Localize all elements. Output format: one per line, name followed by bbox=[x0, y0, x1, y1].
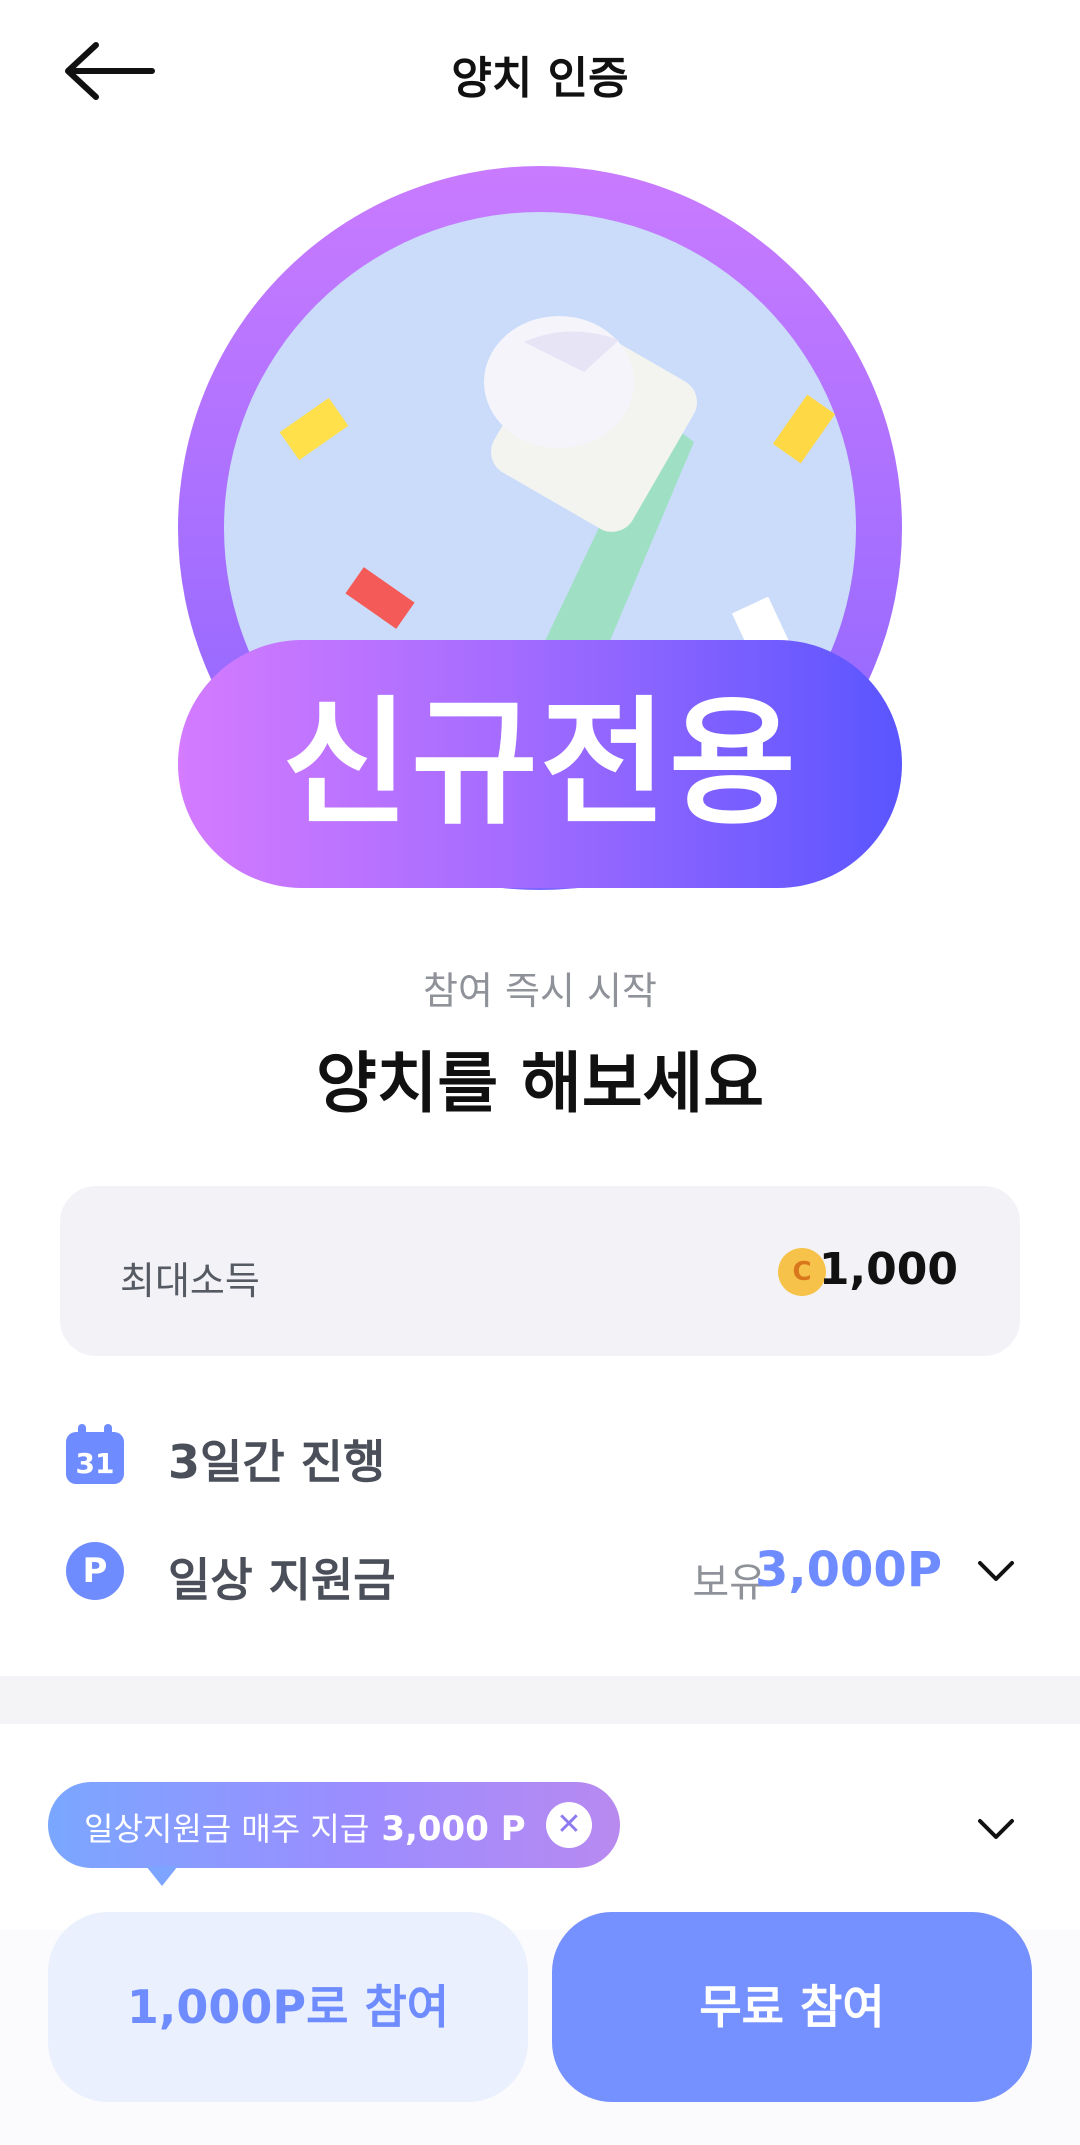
max-income-value: 1,000 bbox=[818, 1244, 958, 1295]
intro-title: 양치를 해보세요 bbox=[315, 1045, 765, 1122]
support-row[interactable]: P 일상 지원금 보유 3,000P bbox=[0, 1530, 1080, 1610]
tooltip-text: 일상지원금 매주 지급 bbox=[84, 1810, 370, 1848]
max-income-label: 최대소득 bbox=[120, 1259, 260, 1303]
max-income-card: 최대소득 C 1,000 bbox=[60, 1186, 1020, 1356]
duration-row: 31 3일간 진행 bbox=[0, 1412, 1080, 1492]
join-with-points-button[interactable]: 1,000P로 참여 bbox=[48, 1912, 528, 2102]
owned-points-value: 3,000P bbox=[754, 1542, 942, 1598]
chevron-down-icon[interactable] bbox=[976, 1558, 1016, 1584]
duration-label: 3일간 진행 bbox=[168, 1435, 386, 1489]
calendar-icon: 31 bbox=[66, 1424, 124, 1484]
section-divider bbox=[0, 1676, 1080, 1724]
free-join-button[interactable]: 무료 참여 bbox=[552, 1912, 1032, 2102]
points-icon: P bbox=[66, 1542, 124, 1600]
close-icon[interactable]: ✕ bbox=[546, 1802, 592, 1848]
new-user-badge-label: 신규전용 bbox=[282, 683, 798, 844]
tooltip-amount: 3,000 P bbox=[381, 1809, 526, 1849]
tooltip-tail bbox=[146, 1866, 178, 1886]
support-label: 일상 지원금 bbox=[168, 1553, 396, 1607]
header-bar: 양치 인증 bbox=[0, 0, 1080, 140]
expand-chevron-icon[interactable] bbox=[976, 1816, 1016, 1842]
support-tooltip: 일상지원금 매주 지급 3,000 P ✕ bbox=[48, 1782, 620, 1868]
intro-subtitle: 참여 즉시 시작 bbox=[423, 969, 657, 1013]
page-title: 양치 인증 bbox=[451, 53, 629, 104]
